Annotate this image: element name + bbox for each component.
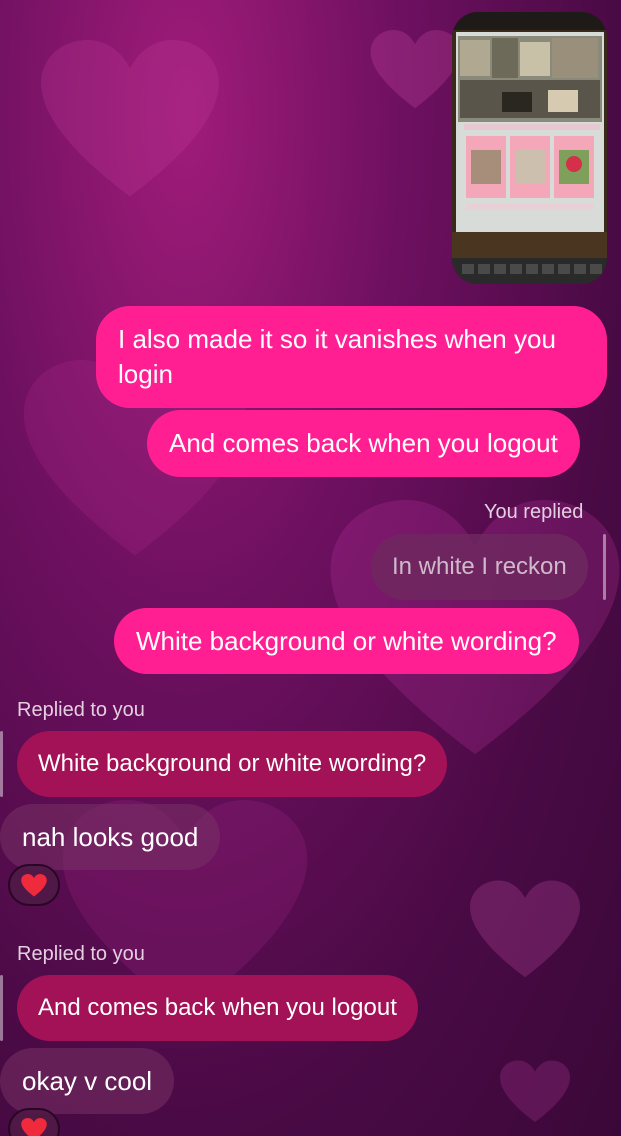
quoted-text: And comes back when you logout	[38, 994, 397, 1021]
heart-icon	[21, 1117, 47, 1136]
message-text: I also made it so it vanishes when you l…	[118, 324, 556, 389]
replied-to-you-label: Replied to you	[17, 699, 145, 721]
message-text: okay v cool	[22, 1066, 153, 1096]
message-text: And comes back when you logout	[169, 428, 558, 458]
reply-indicator-bar	[0, 731, 3, 797]
shared-photo[interactable]	[452, 12, 607, 284]
message-text: White background or white wording?	[136, 626, 557, 656]
replied-to-you-label: Replied to you	[17, 943, 145, 965]
you-replied-label: You replied	[484, 501, 584, 523]
reply-indicator-bar	[0, 975, 3, 1041]
quoted-text: In white I reckon	[392, 553, 567, 580]
background-heart-icon	[40, 40, 220, 200]
background-heart-icon	[470, 880, 580, 980]
heart-icon	[21, 873, 47, 896]
quoted-message[interactable]: And comes back when you logout	[17, 975, 418, 1041]
quoted-message[interactable]: In white I reckon	[371, 534, 588, 600]
background-heart-icon	[500, 1060, 570, 1124]
incoming-message[interactable]: nah looks good	[0, 804, 221, 870]
reply-indicator-bar	[603, 534, 606, 600]
quoted-message[interactable]: White background or white wording?	[17, 731, 448, 797]
outgoing-message[interactable]: I also made it so it vanishes when you l…	[96, 306, 607, 408]
outgoing-message[interactable]: White background or white wording?	[114, 608, 579, 674]
outgoing-message[interactable]: And comes back when you logout	[147, 410, 580, 477]
message-text: nah looks good	[22, 822, 199, 852]
quoted-text: White background or white wording?	[38, 750, 427, 777]
background-heart-icon	[370, 30, 460, 110]
laptop-screenshot-photo-icon	[452, 12, 607, 284]
incoming-message[interactable]: okay v cool	[0, 1048, 175, 1114]
heart-reaction[interactable]	[8, 1108, 60, 1136]
heart-reaction[interactable]	[8, 864, 60, 906]
